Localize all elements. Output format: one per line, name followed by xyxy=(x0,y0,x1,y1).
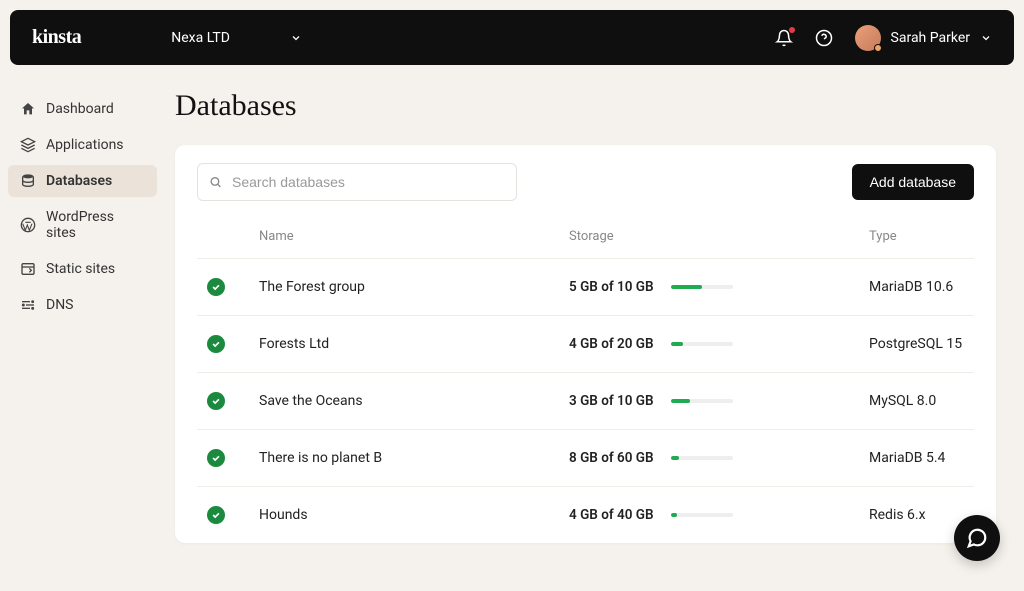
storage-progress xyxy=(671,513,733,517)
browser-icon xyxy=(20,261,36,277)
layers-icon xyxy=(20,137,36,153)
sidebar-item-label: Static sites xyxy=(46,261,115,277)
storage-text: 8 GB of 60 GB xyxy=(569,450,661,466)
help-button[interactable] xyxy=(815,29,833,47)
storage-text: 4 GB of 20 GB xyxy=(569,336,661,352)
storage-cell: 8 GB of 60 GB xyxy=(569,450,869,466)
chevron-down-icon xyxy=(290,32,302,44)
notification-dot xyxy=(789,27,795,33)
status-cell xyxy=(207,506,259,524)
status-cell xyxy=(207,449,259,467)
storage-text: 3 GB of 10 GB xyxy=(569,393,661,409)
status-ok-icon xyxy=(207,278,225,296)
column-type: Type xyxy=(869,229,964,244)
company-selector[interactable]: Nexa LTD xyxy=(171,30,302,46)
avatar-status-dot xyxy=(874,44,882,52)
status-ok-icon xyxy=(207,506,225,524)
column-name: Name xyxy=(259,229,569,244)
status-cell xyxy=(207,392,259,410)
notifications-button[interactable] xyxy=(775,29,793,47)
table-header: Name Storage Type xyxy=(197,213,974,258)
sidebar-item-dns[interactable]: DNS xyxy=(8,289,157,321)
table-body: The Forest group 5 GB of 10 GB MariaDB 1… xyxy=(197,258,974,543)
db-name: Forests Ltd xyxy=(259,336,569,352)
sidebar-item-applications[interactable]: Applications xyxy=(8,129,157,161)
table-row[interactable]: There is no planet B 8 GB of 60 GB Maria… xyxy=(197,429,974,486)
table-row[interactable]: Forests Ltd 4 GB of 20 GB PostgreSQL 15 xyxy=(197,315,974,372)
user-menu[interactable]: Sarah Parker xyxy=(855,25,992,51)
db-type: MariaDB 5.4 xyxy=(869,450,964,466)
company-name: Nexa LTD xyxy=(171,30,230,46)
status-ok-icon xyxy=(207,449,225,467)
db-type: MariaDB 10.6 xyxy=(869,279,964,295)
sidebar-item-databases[interactable]: Databases xyxy=(8,165,157,197)
storage-cell: 4 GB of 20 GB xyxy=(569,336,869,352)
status-ok-icon xyxy=(207,392,225,410)
sidebar-item-label: WordPress sites xyxy=(46,209,145,241)
storage-progress xyxy=(671,285,733,289)
column-storage: Storage xyxy=(569,229,869,244)
logo: kinsta xyxy=(32,26,81,49)
user-name: Sarah Parker xyxy=(891,30,970,46)
sidebar: Dashboard Applications Databases WordPress … xyxy=(0,75,165,543)
search-wrap xyxy=(197,163,517,201)
db-type: MySQL 8.0 xyxy=(869,393,964,409)
storage-text: 4 GB of 40 GB xyxy=(569,507,661,523)
table-row[interactable]: Hounds 4 GB of 40 GB Redis 6.x xyxy=(197,486,974,543)
storage-cell: 5 GB of 10 GB xyxy=(569,279,869,295)
avatar xyxy=(855,25,881,51)
storage-cell: 4 GB of 40 GB xyxy=(569,507,869,523)
sidebar-item-label: Dashboard xyxy=(46,101,114,117)
database-icon xyxy=(20,173,36,189)
storage-progress xyxy=(671,456,733,460)
sidebar-item-wordpress-sites[interactable]: WordPress sites xyxy=(8,201,157,249)
db-name: Hounds xyxy=(259,507,569,523)
sidebar-item-label: Applications xyxy=(46,137,124,153)
db-name: The Forest group xyxy=(259,279,569,295)
status-ok-icon xyxy=(207,335,225,353)
main-content: Databases Add database Name Storage Type xyxy=(165,75,1024,543)
storage-text: 5 GB of 10 GB xyxy=(569,279,661,295)
storage-progress xyxy=(671,342,733,346)
status-cell xyxy=(207,278,259,296)
add-database-button[interactable]: Add database xyxy=(852,164,974,200)
storage-cell: 3 GB of 10 GB xyxy=(569,393,869,409)
topbar-actions: Sarah Parker xyxy=(775,25,992,51)
databases-card: Add database Name Storage Type The Fores… xyxy=(175,145,996,543)
status-cell xyxy=(207,335,259,353)
chevron-down-icon xyxy=(980,32,992,44)
db-type: PostgreSQL 15 xyxy=(869,336,964,352)
topbar: kinsta Nexa LTD Sarah Parker xyxy=(10,10,1014,65)
db-type: Redis 6.x xyxy=(869,507,964,523)
chat-button[interactable] xyxy=(954,515,1000,561)
card-header: Add database xyxy=(197,163,974,201)
wordpress-icon xyxy=(20,217,36,233)
table-row[interactable]: Save the Oceans 3 GB of 10 GB MySQL 8.0 xyxy=(197,372,974,429)
storage-progress xyxy=(671,399,733,403)
db-name: There is no planet B xyxy=(259,450,569,466)
home-icon xyxy=(20,101,36,117)
sidebar-item-label: Databases xyxy=(46,173,112,189)
search-input[interactable] xyxy=(197,163,517,201)
dns-icon xyxy=(20,297,36,313)
db-name: Save the Oceans xyxy=(259,393,569,409)
sidebar-item-label: DNS xyxy=(46,297,74,313)
search-icon xyxy=(209,176,222,189)
sidebar-item-static-sites[interactable]: Static sites xyxy=(8,253,157,285)
sidebar-item-dashboard[interactable]: Dashboard xyxy=(8,93,157,125)
page-title: Databases xyxy=(175,89,996,123)
table-row[interactable]: The Forest group 5 GB of 10 GB MariaDB 1… xyxy=(197,258,974,315)
